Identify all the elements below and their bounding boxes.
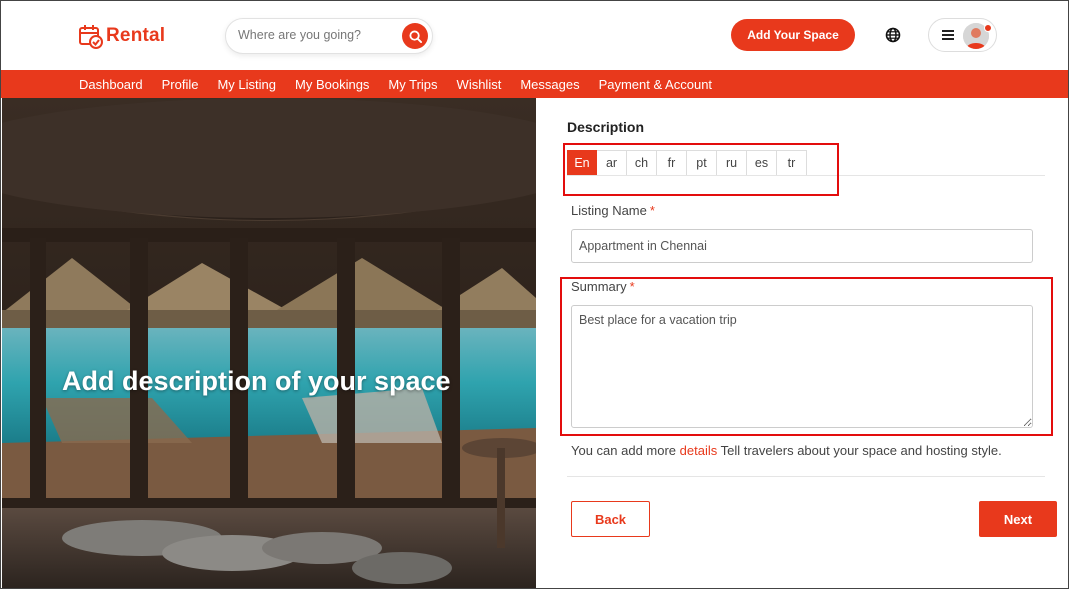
brand-name: Rental — [106, 25, 166, 46]
nav-item-profile[interactable]: Profile — [162, 77, 199, 92]
next-button[interactable]: Next — [979, 501, 1057, 537]
required-mark: * — [629, 279, 635, 294]
globe-icon[interactable] — [885, 27, 901, 43]
details-link[interactable]: details — [680, 443, 718, 458]
listing-name-label: Listing Name * — [571, 203, 655, 218]
nav-item-dashboard[interactable]: Dashboard — [79, 77, 143, 92]
notification-dot — [984, 24, 992, 32]
form-divider — [567, 476, 1045, 477]
nav-item-payment-account[interactable]: Payment & Account — [599, 77, 712, 92]
search-icon — [408, 29, 422, 43]
app-window: Rental Add Your Space — [0, 0, 1069, 589]
search-button[interactable] — [402, 23, 428, 49]
search-input[interactable] — [238, 28, 398, 42]
help-text-prefix: You can add more — [571, 443, 680, 458]
nav-item-wishlist[interactable]: Wishlist — [457, 77, 502, 92]
brand-logo[interactable]: Rental — [78, 23, 165, 49]
nav-item-messages[interactable]: Messages — [520, 77, 579, 92]
summary-textarea[interactable]: Best place for a vacation trip — [571, 305, 1033, 428]
help-text-suffix: Tell travelers about your space and host… — [717, 443, 1002, 458]
description-form: Description En ar ch fr pt ru es tr List… — [536, 98, 1068, 588]
summary-label: Summary * — [571, 279, 635, 294]
search-box — [225, 18, 433, 54]
hero-heading: Add description of your space — [62, 366, 451, 396]
add-your-space-button[interactable]: Add Your Space — [731, 19, 855, 51]
villa-interior-image — [2, 98, 536, 588]
top-header: Rental Add Your Space — [1, 1, 1068, 70]
hero-image: Add description of your space — [2, 98, 536, 588]
listing-name-label-text: Listing Name — [571, 203, 647, 218]
hamburger-icon — [942, 30, 954, 40]
annotation-box-languages — [563, 143, 839, 196]
nav-item-my-trips[interactable]: My Trips — [388, 77, 437, 92]
calendar-check-icon — [79, 25, 103, 49]
nav-item-my-listing[interactable]: My Listing — [217, 77, 276, 92]
user-menu-button[interactable] — [928, 18, 997, 52]
nav-item-my-bookings[interactable]: My Bookings — [295, 77, 369, 92]
section-title: Description — [567, 119, 645, 135]
main-nav: Dashboard Profile My Listing My Bookings… — [1, 70, 1068, 98]
back-button[interactable]: Back — [571, 501, 650, 537]
summary-label-text: Summary — [571, 279, 627, 294]
listing-name-input[interactable] — [571, 229, 1033, 263]
required-mark: * — [649, 203, 655, 218]
help-text: You can add more details Tell travelers … — [571, 443, 1002, 458]
